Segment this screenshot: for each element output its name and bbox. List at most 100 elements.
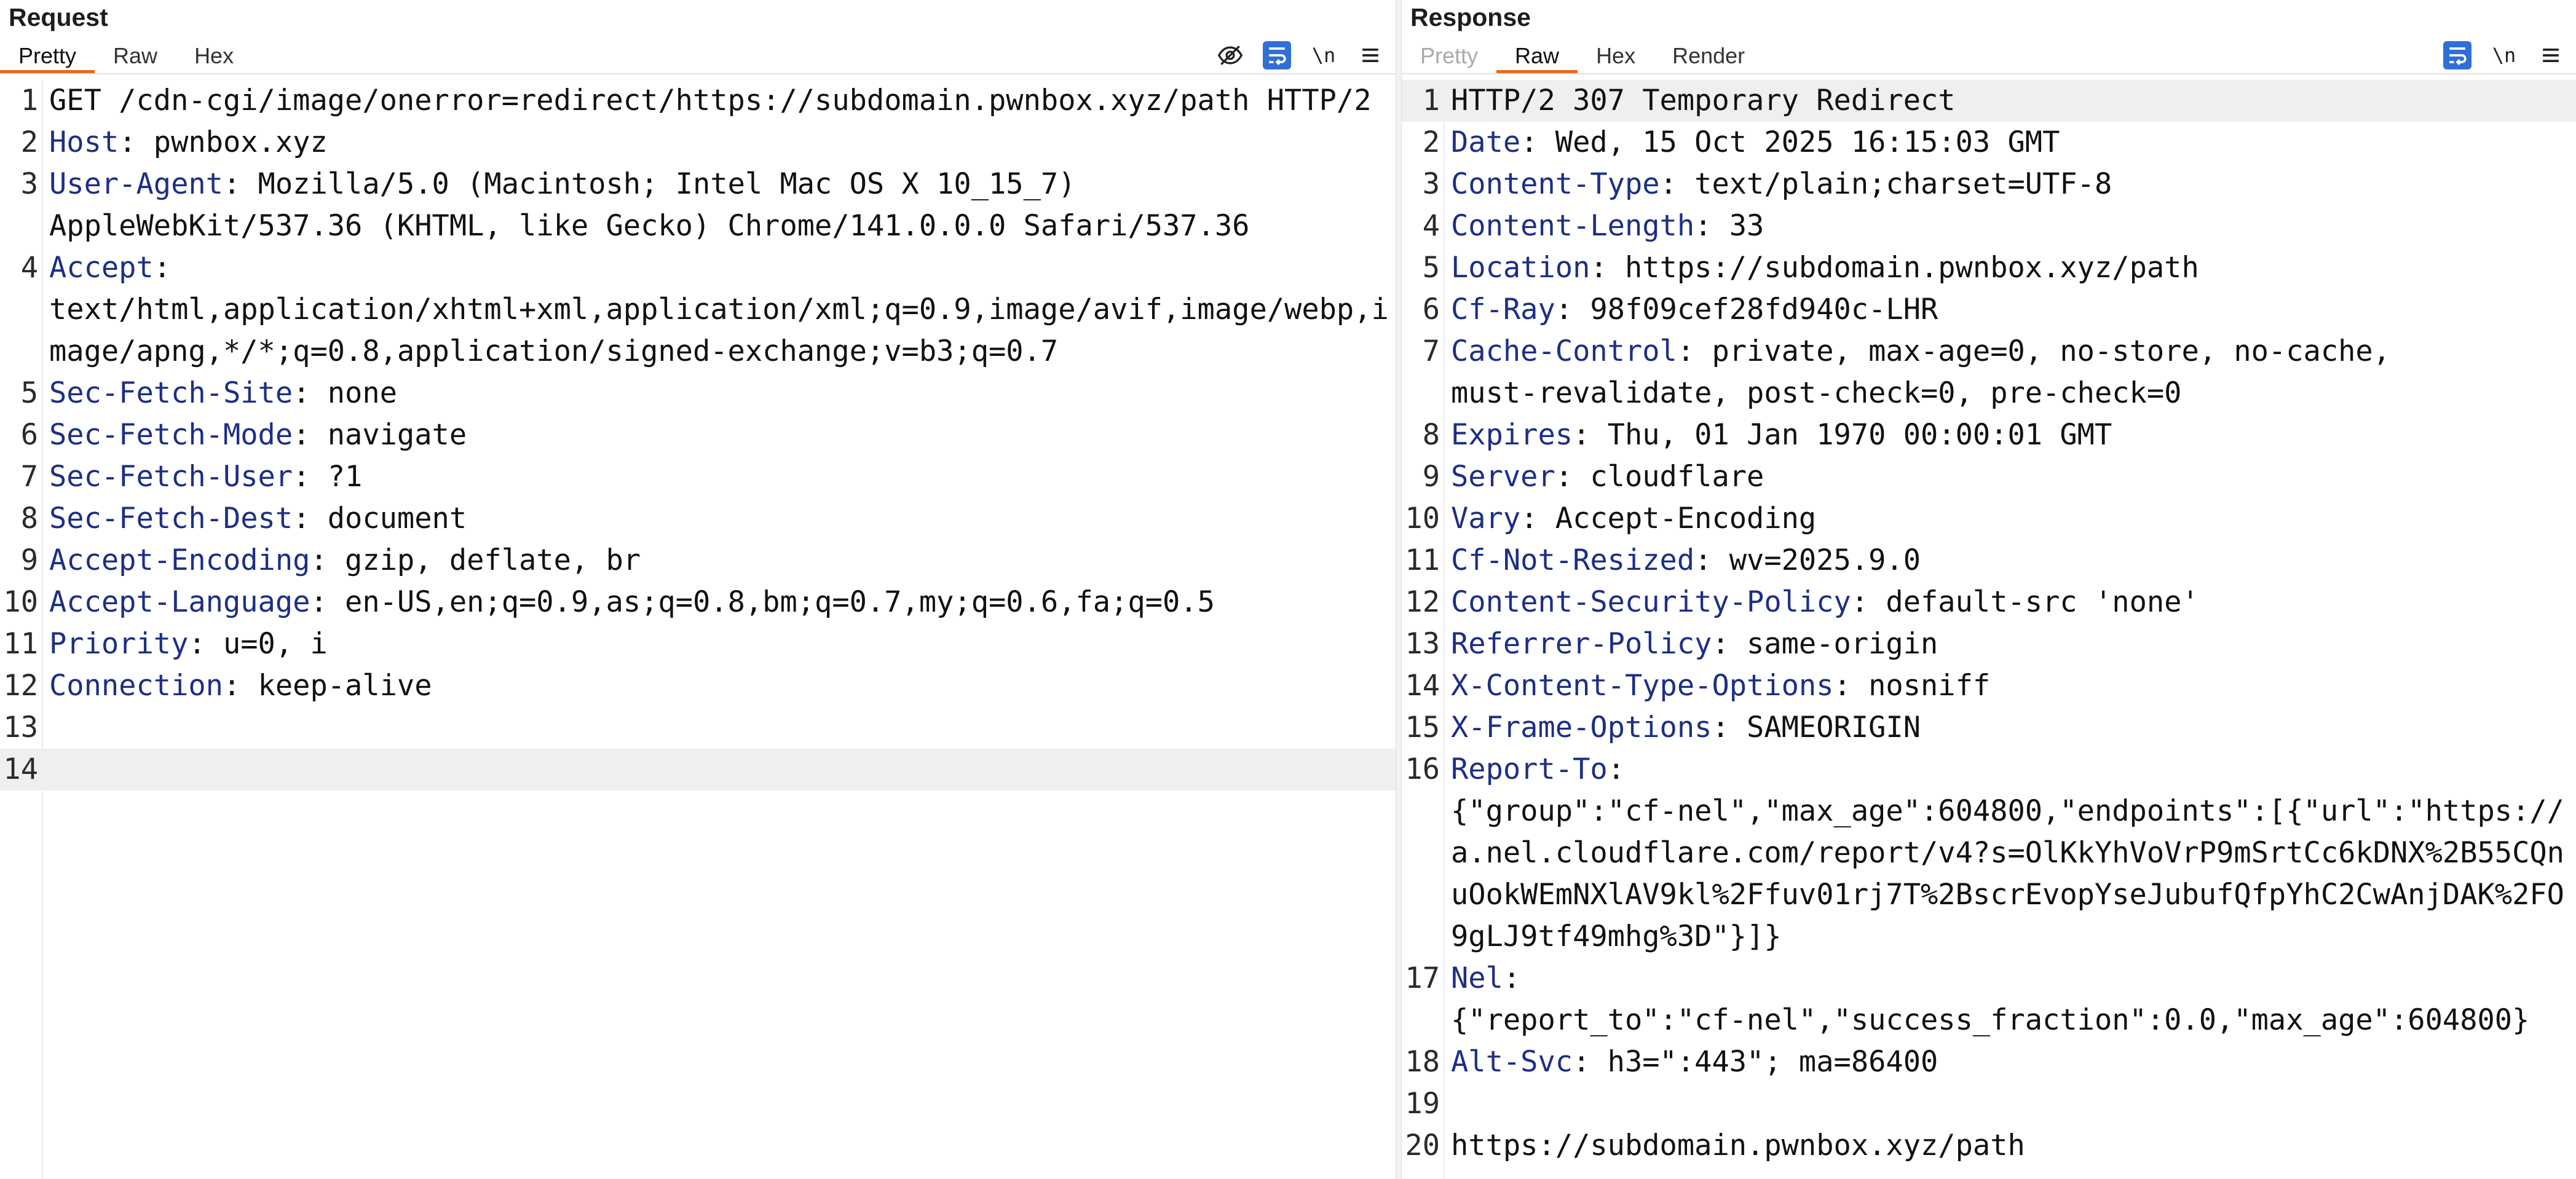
response-tab-render[interactable]: Render [1654,37,1763,74]
code-line[interactable]: 2 Host: pwnbox.xyz [0,122,1396,164]
code-line[interactable]: 14 [0,749,1396,791]
line-number: 3 [1422,167,1440,201]
header-colon: : [223,167,241,201]
header-value: nosniff [1851,669,1991,703]
word-wrap-icon[interactable] [2443,41,2471,69]
header-colon: : [1607,752,1625,786]
code-line[interactable]: 14 X-Content-Type-Options: nosniff [1402,665,2576,707]
code-line[interactable]: 18 Alt-Svc: h3=":443"; ma=86400 [1402,1041,2576,1083]
header-value: none [310,376,397,410]
code-line[interactable]: 7 Sec-Fetch-User: ?1 [0,456,1396,498]
line-content: Content-Length: 33 [1444,205,2576,247]
code-line[interactable]: 6 Sec-Fetch-Mode: navigate [0,414,1396,456]
code-line[interactable]: 8 Sec-Fetch-Dest: document [0,498,1396,540]
code-line[interactable]: 15 X-Frame-Options: SAMEORIGIN [1402,707,2576,749]
request-tab-raw[interactable]: Raw [95,37,176,74]
line-content: User-Agent: Mozilla/5.0 (Macintosh; Inte… [42,164,1396,205]
eye-slash-icon[interactable] [1216,41,1244,69]
code-line[interactable]: 17 Nel: [1402,958,2576,1000]
line-content [1444,1083,2576,1125]
request-tabs: Pretty Raw Hex [0,37,252,74]
header-name: Cf-Not-Resized [1451,543,1695,577]
code-line[interactable]: 13 Referrer-Policy: same-origin [1402,623,2576,665]
response-tab-hex[interactable]: Hex [1578,37,1654,74]
code-line[interactable]: 12 Content-Security-Policy: default-src '… [1402,582,2576,623]
word-wrap-icon[interactable] [1263,41,1291,69]
response-tab-raw[interactable]: Raw [1496,37,1578,74]
line-content: HTTP/2 307 Temporary Redirect [1451,84,1956,117]
header-name: Sec-Fetch-Site [49,376,293,410]
line-content: Accept-Encoding: gzip, deflate, br [42,540,1396,582]
header-colon: : [1503,961,1521,995]
line-content: Location: https://subdomain.pwnbox.xyz/p… [1444,247,2576,289]
line-number: 10 [3,585,38,619]
code-line[interactable]: 5 Location: https://subdomain.pwnbox.xyz/… [1402,247,2576,289]
wrapped-line-continuation: must-revalidate, post-check=0, pre-check… [1451,376,2182,410]
request-editor[interactable]: 1 GET /cdn-cgi/image/onerror=redirect/htt… [0,80,1396,1179]
header-colon: : [1694,209,1712,243]
header-value: Mozilla/5.0 (Macintosh; Intel Mac OS X 1… [240,167,1076,201]
header-name: User-Agent [49,167,223,201]
header-name: Server [1451,460,1555,494]
code-line[interactable]: 4 Accept: [0,247,1396,289]
request-tabs-divider [0,73,1396,74]
code-line[interactable]: 20 https://subdomain.pwnbox.xyz/path [1402,1125,2576,1167]
code-line[interactable]: 1 GET /cdn-cgi/image/onerror=redirect/htt… [0,80,1396,122]
newline-toggle-icon[interactable]: \n [2490,41,2518,69]
header-colon: : [293,502,310,535]
code-line[interactable]: 2 Date: Wed, 15 Oct 2025 16:15:03 GMT [1402,122,2576,164]
code-line[interactable]: 11 Priority: u=0, i [0,623,1396,665]
code-line[interactable]: 11 Cf-Not-Resized: wv=2025.9.0 [1402,540,2576,582]
code-line[interactable]: 10 Accept-Language: en-US,en;q=0.9,as;q=0… [0,582,1396,623]
code-line[interactable]: 8 Expires: Thu, 01 Jan 1970 00:00:01 GMT [1402,414,2576,456]
line-number: 4 [1422,209,1440,243]
line-number: 2 [20,125,38,159]
line-number: 8 [1422,418,1440,452]
code-line[interactable]: 16 Report-To: [1402,749,2576,791]
line-content: Server: cloudflare [1444,456,2576,498]
code-line[interactable]: 9 Accept-Encoding: gzip, deflate, br [0,540,1396,582]
hamburger-menu-icon[interactable] [2537,41,2565,69]
code-line[interactable]: 1 HTTP/2 307 Temporary Redirect [1402,80,2576,122]
response-tab-pretty[interactable]: Pretty [1402,37,1496,74]
line-content: Accept: [42,247,1396,289]
response-editor[interactable]: 1 HTTP/2 307 Temporary Redirect 2 Date: Wed… [1402,80,2576,1179]
line-content: X-Frame-Options: SAMEORIGIN [1444,707,2576,749]
code-line[interactable]: 3 User-Agent: Mozilla/5.0 (Macintosh; Int… [0,164,1396,205]
header-colon: : [153,251,172,285]
code-line[interactable]: 6 Cf-Ray: 98f09cef28fd940c-LHR [1402,289,2576,331]
request-tab-pretty[interactable]: Pretty [0,37,95,74]
line-number: 17 [1405,961,1440,995]
code-line[interactable]: 3 Content-Type: text/plain;charset=UTF-8 [1402,164,2576,205]
code-line[interactable]: 19 [1402,1083,2576,1125]
pane-splitter[interactable] [1396,0,1402,1179]
wrapped-line-continuation: text/html,application/xhtml+xml,applicat… [49,293,1389,326]
code-line[interactable]: 12 Connection: keep-alive [0,665,1396,707]
line-content [42,749,1396,791]
header-colon: : [188,627,206,661]
hamburger-menu-icon[interactable] [1356,41,1385,69]
header-name: Content-Security-Policy [1451,585,1851,619]
code-line[interactable]: 13 [0,707,1396,749]
line-number: 5 [1422,251,1440,285]
header-name: Cf-Ray [1451,293,1555,326]
line-number: 1 [1422,84,1440,117]
line-number: 15 [1405,711,1440,744]
line-content: GET /cdn-cgi/image/onerror=redirect/http… [49,84,1372,117]
line-content: Sec-Fetch-Dest: document [42,498,1396,540]
newline-toggle-icon[interactable]: \n [1310,41,1338,69]
request-tab-hex[interactable]: Hex [176,37,252,74]
header-colon: : [1555,460,1573,494]
header-value: keep-alive [240,669,432,703]
code-line[interactable]: 5 Sec-Fetch-Site: none [0,373,1396,414]
header-name: Sec-Fetch-Dest [49,502,293,535]
code-line[interactable]: 9 Server: cloudflare [1402,456,2576,498]
header-name: Accept [49,251,154,285]
header-value: en-US,en;q=0.9,as;q=0.8,bm;q=0.7,my;q=0.… [327,585,1215,619]
code-line[interactable]: 10 Vary: Accept-Encoding [1402,498,2576,540]
code-line[interactable]: 7 Cache-Control: private, max-age=0, no-s… [1402,331,2576,373]
line-number: 10 [1405,502,1440,535]
code-line[interactable]: 4 Content-Length: 33 [1402,205,2576,247]
line-number: 9 [1422,460,1440,494]
wrapped-line-continuation: uOokWEmNXlAV9kl%2Ffuv01rj7T%2BscrEvopYse… [1451,878,2564,912]
